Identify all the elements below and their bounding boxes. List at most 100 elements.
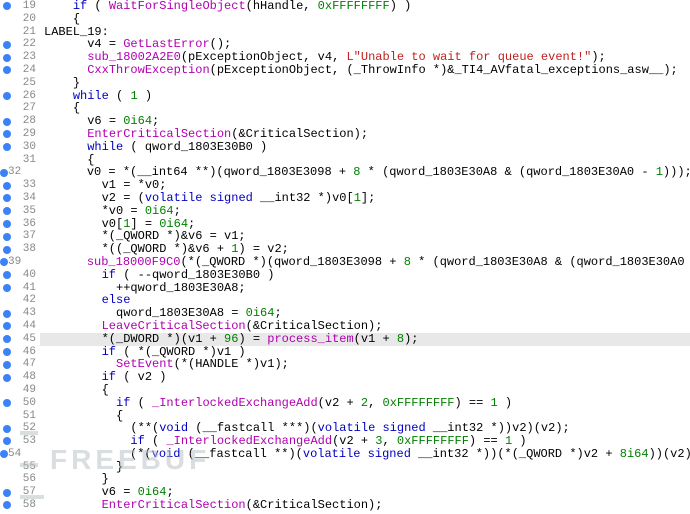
breakpoint-gutter[interactable] [0, 435, 14, 448]
breakpoint-icon [3, 2, 11, 10]
line-number: 35 [14, 205, 40, 218]
code-line[interactable]: 54 (*(void (__fastcall **)(volatile sign… [0, 448, 690, 461]
code-line[interactable]: 26 while ( 1 ) [0, 90, 690, 103]
breakpoint-gutter[interactable] [0, 397, 14, 410]
line-number: 26 [14, 90, 40, 103]
line-number: 39 [8, 256, 25, 269]
line-number: 23 [14, 51, 40, 64]
breakpoint-gutter[interactable] [0, 230, 14, 243]
code-content[interactable]: } [40, 461, 690, 474]
line-number: 44 [14, 320, 40, 333]
breakpoint-gutter[interactable] [0, 141, 14, 154]
breakpoint-icon [3, 310, 11, 318]
breakpoint-gutter[interactable] [0, 38, 14, 51]
code-content[interactable]: if ( v2 ) [40, 371, 690, 384]
breakpoint-icon [0, 169, 8, 177]
breakpoint-gutter[interactable] [0, 77, 14, 90]
breakpoint-gutter[interactable] [0, 346, 14, 359]
line-number: 42 [14, 294, 40, 307]
code-line[interactable]: 58 EnterCriticalSection(&CriticalSection… [0, 499, 690, 512]
breakpoint-gutter[interactable] [0, 384, 14, 397]
code-content[interactable]: EnterCriticalSection(&CriticalSection); [40, 499, 690, 512]
code-content[interactable]: if ( WaitForSingleObject(hHandle, 0xFFFF… [40, 0, 690, 13]
line-number: 48 [14, 371, 40, 384]
breakpoint-gutter[interactable] [0, 256, 8, 269]
breakpoint-gutter[interactable] [0, 269, 14, 282]
breakpoint-gutter[interactable] [0, 320, 14, 333]
breakpoint-gutter[interactable] [0, 422, 14, 435]
breakpoint-icon [3, 246, 11, 254]
breakpoint-gutter[interactable] [0, 166, 8, 179]
breakpoint-icon [3, 207, 11, 215]
breakpoint-icon [3, 437, 11, 445]
breakpoint-icon [3, 54, 11, 62]
breakpoint-icon [0, 450, 8, 458]
line-number: 32 [8, 166, 25, 179]
code-content[interactable]: while ( qword_1803E30B0 ) [40, 141, 690, 154]
breakpoint-icon [3, 220, 11, 228]
breakpoint-icon [3, 182, 11, 190]
breakpoint-gutter[interactable] [0, 294, 14, 307]
breakpoint-gutter[interactable] [0, 51, 14, 64]
breakpoint-gutter[interactable] [0, 128, 14, 141]
code-line[interactable]: 24 CxxThrowException(pExceptionObject, (… [0, 64, 690, 77]
breakpoint-gutter[interactable] [0, 115, 14, 128]
line-number: 36 [14, 218, 40, 231]
breakpoint-gutter[interactable] [0, 486, 14, 499]
line-number: 47 [14, 358, 40, 371]
breakpoint-gutter[interactable] [0, 410, 14, 423]
code-content[interactable]: (*(void (__fastcall **)(volatile signed … [25, 448, 690, 461]
line-number: 57 [14, 486, 40, 499]
code-line[interactable]: 19 if ( WaitForSingleObject(hHandle, 0xF… [0, 0, 690, 13]
breakpoint-icon [3, 194, 11, 202]
line-number: 54 [8, 448, 25, 461]
breakpoint-icon [3, 501, 11, 509]
breakpoint-gutter[interactable] [0, 448, 8, 461]
line-number: 29 [14, 128, 40, 141]
line-number: 46 [14, 346, 40, 359]
line-number: 56 [14, 473, 40, 486]
breakpoint-gutter[interactable] [0, 371, 14, 384]
breakpoint-gutter[interactable] [0, 192, 14, 205]
line-number: 24 [14, 64, 40, 77]
code-content[interactable]: ++qword_1803E30A8; [40, 282, 690, 295]
breakpoint-gutter[interactable] [0, 102, 14, 115]
breakpoint-gutter[interactable] [0, 26, 14, 39]
code-content[interactable]: while ( 1 ) [40, 90, 690, 103]
breakpoint-gutter[interactable] [0, 179, 14, 192]
breakpoint-gutter[interactable] [0, 282, 14, 295]
breakpoint-icon [3, 130, 11, 138]
code-editor[interactable]: 19 if ( WaitForSingleObject(hHandle, 0xF… [0, 0, 690, 512]
line-number: 49 [14, 384, 40, 397]
breakpoint-gutter[interactable] [0, 243, 14, 256]
breakpoint-gutter[interactable] [0, 154, 14, 167]
code-line[interactable]: 50 if ( _InterlockedExchangeAdd(v2 + 2, … [0, 397, 690, 410]
code-line[interactable]: 30 while ( qword_1803E30B0 ) [0, 141, 690, 154]
breakpoint-gutter[interactable] [0, 473, 14, 486]
code-content[interactable]: { [40, 13, 690, 26]
line-number: 40 [14, 269, 40, 282]
breakpoint-gutter[interactable] [0, 13, 14, 26]
code-content[interactable]: if ( _InterlockedExchangeAdd(v2 + 2, 0xF… [40, 397, 690, 410]
breakpoint-gutter[interactable] [0, 218, 14, 231]
line-number: 30 [14, 141, 40, 154]
breakpoint-gutter[interactable] [0, 461, 14, 474]
code-line[interactable]: 40 if ( --qword_1803E30B0 ) [0, 269, 690, 282]
line-number: 25 [14, 77, 40, 90]
breakpoint-gutter[interactable] [0, 358, 14, 371]
breakpoint-icon [3, 41, 11, 49]
breakpoint-gutter[interactable] [0, 333, 14, 346]
breakpoint-gutter[interactable] [0, 90, 14, 103]
breakpoint-gutter[interactable] [0, 307, 14, 320]
breakpoint-icon [3, 118, 11, 126]
code-content[interactable]: CxxThrowException(pExceptionObject, (_Th… [40, 64, 690, 77]
breakpoint-gutter[interactable] [0, 205, 14, 218]
breakpoint-icon [3, 284, 11, 292]
breakpoint-gutter[interactable] [0, 499, 14, 512]
line-number: 55 [14, 461, 40, 474]
breakpoint-gutter[interactable] [0, 64, 14, 77]
line-number: 52 [14, 422, 40, 435]
line-number: 37 [14, 230, 40, 243]
breakpoint-gutter[interactable] [0, 0, 14, 13]
line-number: 34 [14, 192, 40, 205]
